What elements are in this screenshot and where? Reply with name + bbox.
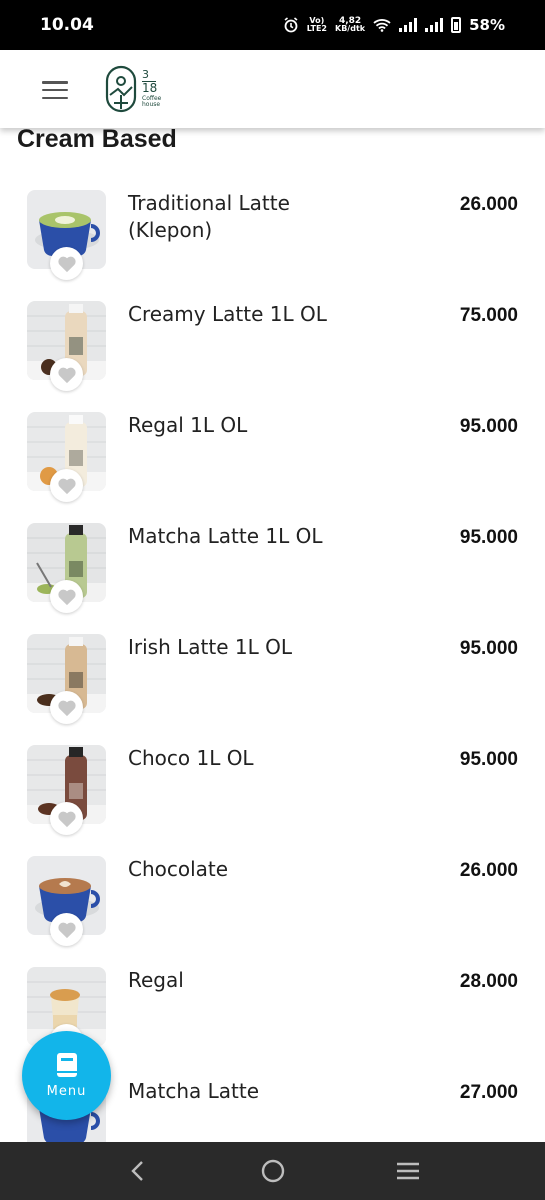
alarm-icon <box>284 17 298 33</box>
item-price: 26.000 <box>459 860 518 881</box>
signal-icon-1 <box>399 18 418 32</box>
item-name: Creamy Latte 1L OL <box>128 302 327 326</box>
item-name: Regal 1L OL <box>128 413 248 437</box>
favorite-heart-icon[interactable] <box>50 580 83 613</box>
status-time: 10.04 <box>40 15 94 35</box>
item-name: Choco 1L OL <box>128 746 254 770</box>
item-name: Matcha Latte 1L OL <box>128 524 323 548</box>
item-name: Matcha Latte <box>128 1079 260 1103</box>
menu-item[interactable]: Choco 1L OL 95.000 <box>0 745 545 856</box>
menu-item[interactable]: Regal 1L OL 95.000 <box>0 412 545 523</box>
item-name: Chocolate <box>128 857 229 881</box>
item-price: 27.000 <box>459 1082 518 1103</box>
item-price: 26.000 <box>459 194 518 215</box>
menu-item[interactable]: Irish Latte 1L OL 95.000 <box>0 634 545 745</box>
menu-fab-button[interactable]: Menu <box>22 1031 111 1120</box>
favorite-heart-icon[interactable] <box>50 691 83 724</box>
menu-item[interactable]: Creamy Latte 1L OL 75.000 <box>0 301 545 412</box>
menu-item[interactable]: Chocolate 26.000 <box>0 856 545 967</box>
item-name: Regal <box>128 968 184 992</box>
item-price: 95.000 <box>459 749 518 770</box>
logo-number-bottom: 18 <box>142 81 158 95</box>
back-icon[interactable] <box>118 1151 158 1191</box>
wifi-icon <box>373 19 391 32</box>
favorite-heart-icon[interactable] <box>50 247 83 280</box>
menu-item[interactable]: Matcha Latte 1L OL 95.000 <box>0 523 545 634</box>
home-icon[interactable] <box>253 1151 293 1191</box>
favorite-heart-icon[interactable] <box>50 802 83 835</box>
logo-emblem <box>105 65 137 113</box>
menu-list[interactable]: Cream Based Traditional Latte (Klepon) 2… <box>0 128 545 1142</box>
recent-apps-icon[interactable] <box>388 1151 428 1191</box>
hamburger-menu-icon[interactable] <box>42 81 68 99</box>
item-price: 95.000 <box>459 527 518 548</box>
volte-indicator: Vo) LTE2 <box>306 16 327 33</box>
battery-icon <box>451 17 462 33</box>
item-name: Traditional Latte (Klepon) <box>128 191 290 242</box>
logo-number-top: 3 <box>142 68 149 81</box>
item-price: 75.000 <box>459 305 518 326</box>
brand-logo[interactable]: 3 18 Coffee house <box>105 65 161 113</box>
item-price: 95.000 <box>459 416 518 437</box>
favorite-heart-icon[interactable] <box>50 913 83 946</box>
system-nav-bar <box>0 1142 545 1200</box>
favorite-heart-icon[interactable] <box>50 358 83 391</box>
menu-fab-label: Menu <box>46 1084 87 1099</box>
favorite-heart-icon[interactable] <box>50 469 83 502</box>
section-title: Cream Based <box>17 128 177 153</box>
logo-text-2: house <box>142 101 161 108</box>
item-price: 95.000 <box>459 638 518 659</box>
book-icon <box>56 1053 77 1077</box>
item-name: Irish Latte 1L OL <box>128 635 292 659</box>
status-icons: Vo) LTE2 4,82 KB/dtk 58% <box>283 16 505 34</box>
battery-percent: 58% <box>469 16 505 34</box>
signal-icon-2 <box>425 18 444 32</box>
app-header: 3 18 Coffee house <box>0 50 545 128</box>
status-bar: 10.04 Vo) LTE2 4,82 KB/dtk 58% <box>0 0 545 50</box>
menu-item[interactable]: Traditional Latte (Klepon) 26.000 <box>0 190 545 301</box>
network-speed: 4,82 KB/dtk <box>335 16 366 33</box>
item-price: 28.000 <box>459 971 518 992</box>
